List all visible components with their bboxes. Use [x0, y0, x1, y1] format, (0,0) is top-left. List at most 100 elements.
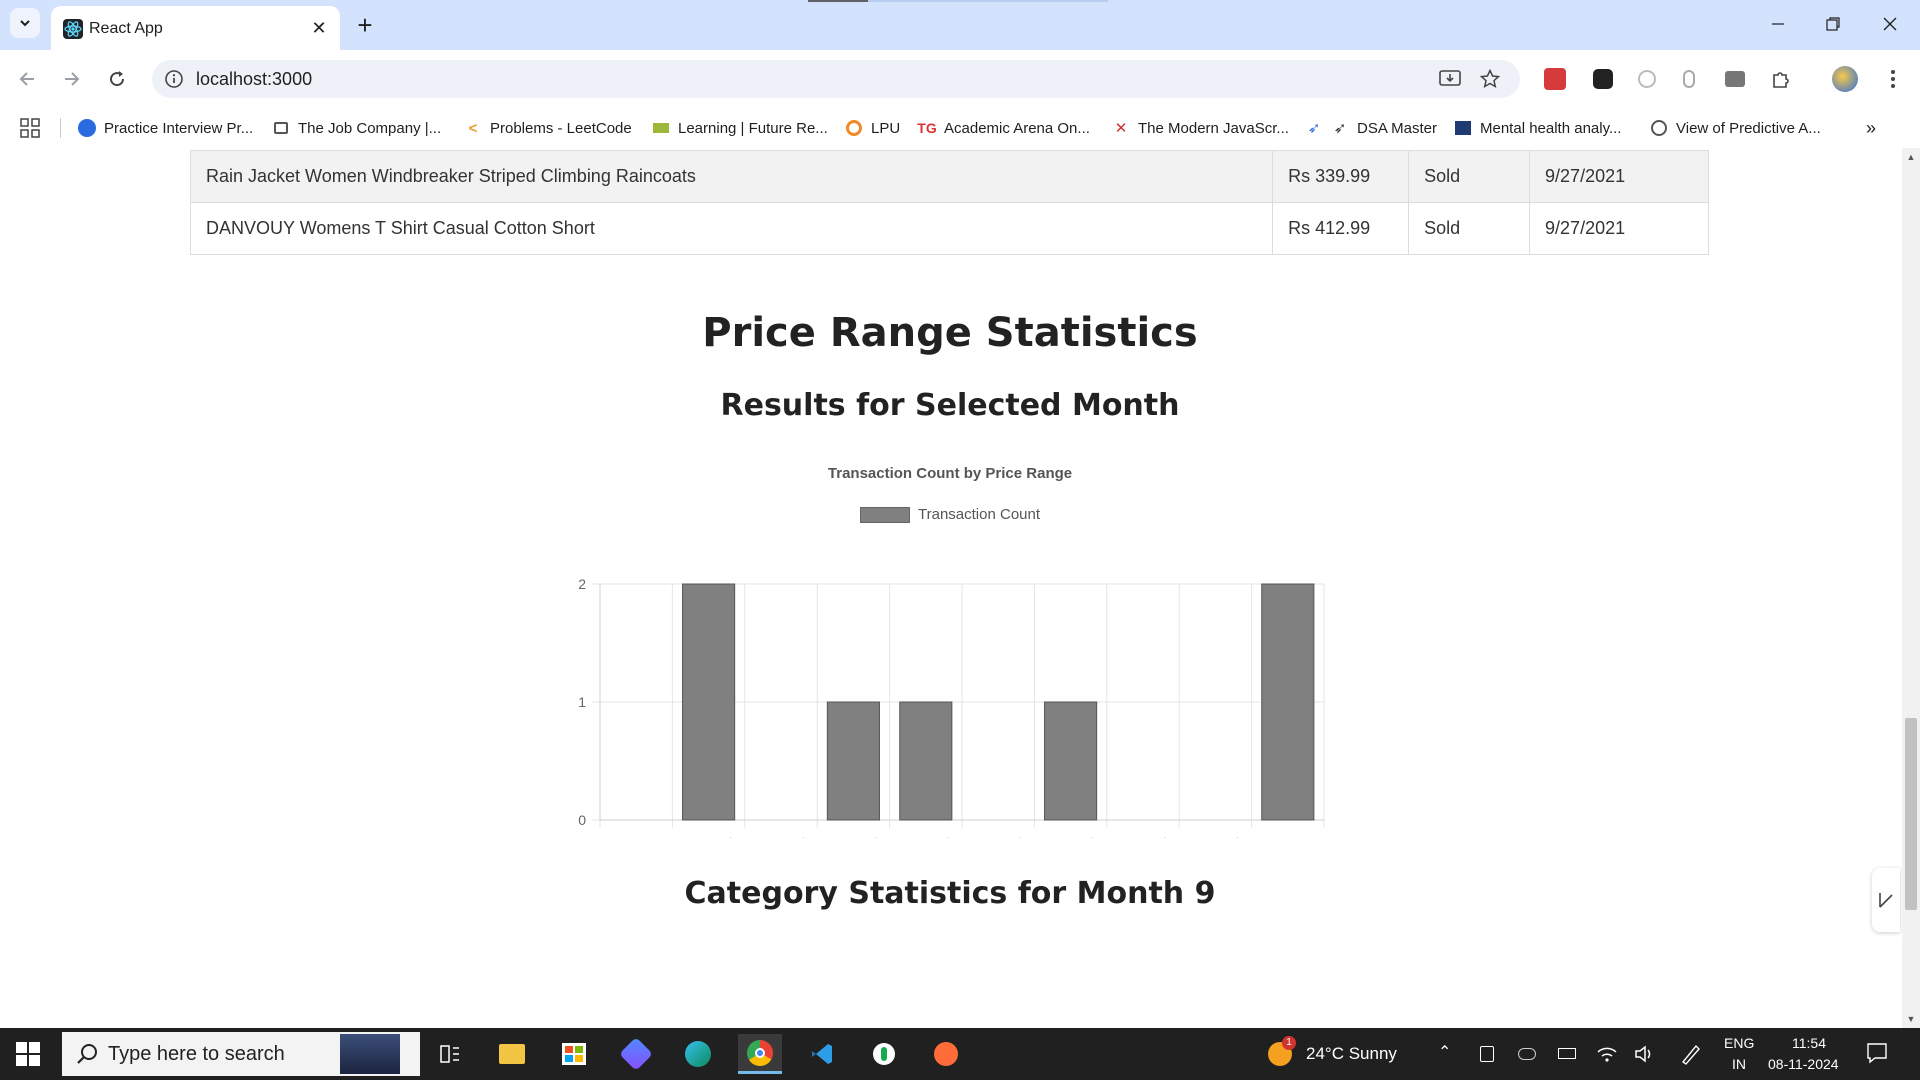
cell-title: DANVOUY Womens T Shirt Casual Cotton Sho… — [189, 202, 1274, 255]
tab-strip-indicator — [808, 0, 868, 2]
postman-icon[interactable] — [924, 1034, 968, 1074]
weather-text[interactable]: 24°C Sunny — [1306, 1044, 1397, 1064]
onedrive-cloud-icon[interactable] — [1518, 1048, 1536, 1060]
windows-taskbar: Type here to search 1 24°C Sunny ⌃ ENG I… — [0, 1028, 1920, 1080]
minimize-button[interactable] — [1748, 0, 1808, 48]
mongodb-compass-icon[interactable] — [862, 1034, 906, 1074]
bookmark-label: The Job Company |... — [298, 119, 442, 137]
scroll-down-arrow[interactable]: ▼ — [1906, 1014, 1916, 1024]
bookmark-future-learning[interactable]: Learning | Future Re... — [652, 116, 828, 140]
globe-icon — [1650, 119, 1668, 137]
extension-grey-icon[interactable] — [1634, 66, 1660, 92]
language-top[interactable]: ENG — [1724, 1035, 1754, 1051]
bookmark-academic-arena[interactable]: TG Academic Arena On... — [917, 116, 1090, 140]
bookmark-predictive[interactable]: View of Predictive A... — [1650, 116, 1821, 140]
clock-time[interactable]: 11:54 — [1792, 1035, 1826, 1051]
cell-status: Sold — [1408, 150, 1531, 203]
browser-menu-icon[interactable] — [1880, 66, 1906, 92]
edge-icon[interactable] — [676, 1034, 720, 1074]
bookmark-label: Mental health analy... — [1480, 119, 1622, 137]
price-stats-heading: Price Range Statistics — [702, 310, 1198, 356]
tab-react-app[interactable]: React App ✕ — [51, 6, 340, 50]
extension-mouse-icon[interactable] — [1676, 66, 1702, 92]
cell-date: 9/27/2021 — [1529, 202, 1709, 255]
wifi-icon[interactable] — [1596, 1044, 1618, 1064]
microsoft-store-icon[interactable] — [552, 1034, 596, 1074]
bookmark-dsa-master[interactable]: ➶ ➶ DSA Master — [1305, 116, 1437, 140]
x-tick-label: 301 - 400 — [821, 834, 882, 838]
x-tick-label: 701 - 800 — [1111, 834, 1172, 838]
volume-icon[interactable] — [1634, 1044, 1656, 1064]
x-tick-label: 501 - 600 — [966, 834, 1027, 838]
close-window-button[interactable] — [1860, 0, 1920, 48]
profile-avatar[interactable] — [1832, 66, 1858, 92]
reload-button[interactable] — [102, 64, 132, 94]
extension-red-icon[interactable] — [1542, 66, 1568, 92]
chart-bar[interactable] — [899, 701, 953, 821]
y-tick-label: 1 — [578, 694, 586, 710]
install-app-icon[interactable] — [1438, 67, 1462, 91]
windows-start-icon[interactable] — [16, 1042, 40, 1066]
chrome-icon[interactable] — [738, 1034, 782, 1074]
new-tab-button[interactable]: + — [350, 10, 380, 40]
search-icon — [77, 1044, 97, 1064]
show-hidden-icons-chevron[interactable]: ⌃ — [1438, 1042, 1451, 1062]
forward-button[interactable] — [57, 64, 87, 94]
bookmark-star-icon[interactable] — [1478, 67, 1502, 91]
taskbar-search[interactable]: Type here to search — [62, 1032, 420, 1076]
dataset-icon — [1454, 119, 1472, 137]
tab-search-button[interactable] — [10, 8, 40, 38]
bookmark-practice-interview[interactable]: Practice Interview Pr... — [78, 116, 253, 140]
close-tab-icon[interactable]: ✕ — [308, 17, 330, 39]
address-bar[interactable]: localhost:3000 — [152, 60, 1520, 98]
bookmark-label: Learning | Future Re... — [678, 119, 828, 137]
bookmark-mental-health[interactable]: Mental health analy... — [1454, 116, 1621, 140]
bookmarks-divider — [60, 118, 61, 138]
battery-icon[interactable] — [1558, 1048, 1576, 1059]
bookmark-label: LPU — [871, 119, 901, 137]
bookmark-modern-javascript[interactable]: ✕ The Modern JavaScr... — [1112, 116, 1289, 140]
notifications-icon[interactable] — [1866, 1042, 1888, 1064]
bookmark-job-company[interactable]: The Job Company |... — [272, 116, 441, 140]
task-view-icon[interactable] — [428, 1034, 472, 1074]
chevron-down-icon — [20, 20, 30, 27]
bookmark-label: Academic Arena On... — [944, 119, 1090, 137]
pen-ink-icon[interactable] — [1680, 1042, 1702, 1066]
browser-tab-strip: React App ✕ + — [0, 0, 1920, 50]
extension-dark-icon[interactable] — [1590, 66, 1616, 92]
back-button[interactable] — [12, 64, 42, 94]
file-explorer-icon[interactable] — [490, 1034, 534, 1074]
copilot-icon[interactable] — [614, 1034, 658, 1074]
scroll-up-arrow[interactable]: ▲ — [1906, 152, 1916, 162]
reload-icon — [110, 71, 125, 87]
clock-date[interactable]: 08-11-2024 — [1768, 1056, 1839, 1072]
url-text[interactable]: localhost:3000 — [196, 69, 312, 90]
chart-bar[interactable] — [682, 583, 736, 821]
restore-button[interactable] — [1803, 0, 1863, 48]
site-info-icon[interactable] — [164, 69, 184, 89]
chart-bar[interactable] — [1261, 583, 1315, 821]
page-scrollbar[interactable]: ▲ ▼ — [1902, 148, 1920, 1028]
side-panel-toggle[interactable] — [1872, 868, 1900, 932]
apps-grid-icon[interactable] — [20, 116, 40, 140]
vscode-icon[interactable] — [800, 1034, 844, 1074]
x-tick-label: 901-above — [1252, 832, 1320, 838]
chart-bar[interactable] — [1044, 701, 1098, 821]
back-arrow-icon — [19, 72, 34, 86]
tg-icon: TG — [917, 120, 937, 136]
tab-title: React App — [89, 20, 163, 37]
x-tick-label: 101 - 200 — [676, 834, 737, 838]
extensions-puzzle-icon[interactable] — [1768, 66, 1794, 92]
minimize-icon — [1772, 23, 1784, 25]
restore-icon — [1826, 17, 1840, 31]
cell-title: Rain Jacket Women Windbreaker Striped Cl… — [189, 150, 1274, 203]
chart-bar[interactable] — [826, 701, 880, 821]
meet-icon[interactable] — [1480, 1046, 1494, 1062]
cell-status: Sold — [1408, 202, 1531, 255]
language-bottom[interactable]: IN — [1732, 1056, 1746, 1072]
more-bookmarks-icon[interactable]: » — [1866, 116, 1876, 140]
bookmark-leetcode[interactable]: < Problems - LeetCode — [464, 116, 632, 140]
extension-folder-icon[interactable] — [1722, 66, 1748, 92]
bookmark-lpu[interactable]: LPU — [845, 116, 900, 140]
scrollbar-thumb[interactable] — [1905, 718, 1917, 910]
